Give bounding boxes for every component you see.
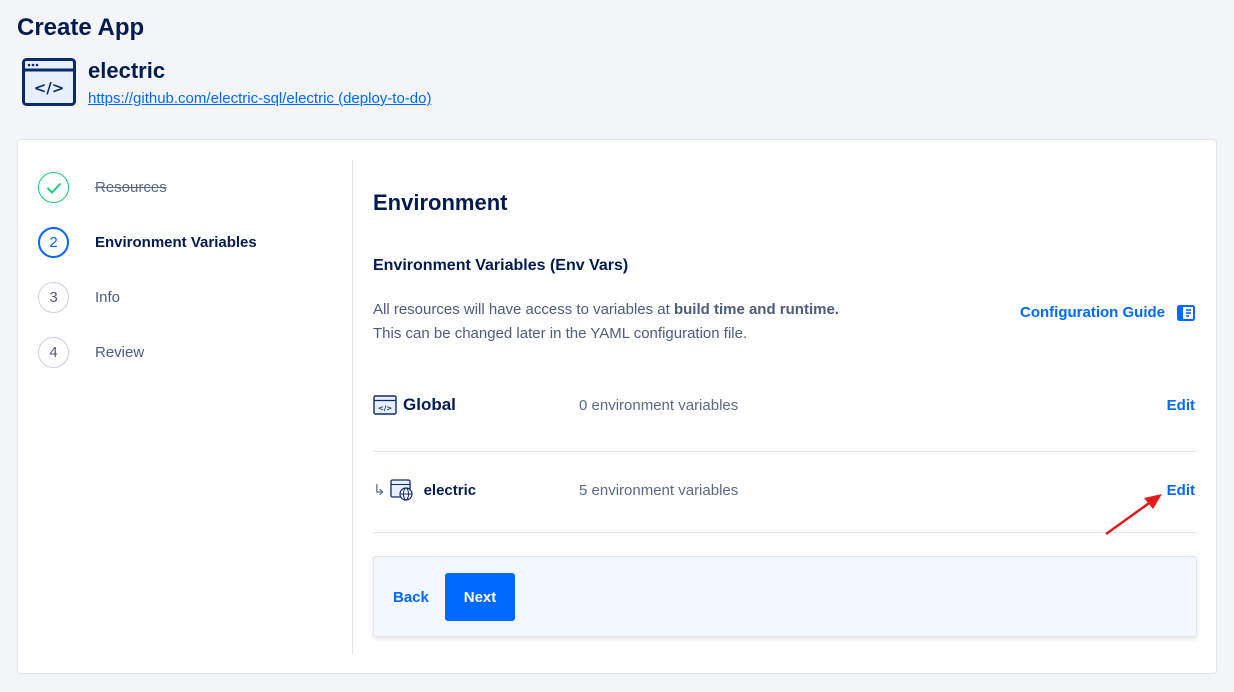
page-title: Create App: [17, 14, 145, 41]
row-divider: [373, 451, 1197, 452]
step-review[interactable]: 4 Review: [38, 325, 338, 380]
step-label: Info: [95, 289, 121, 306]
sub-arrow-icon: ↳: [373, 482, 386, 499]
edit-electric-button[interactable]: Edit: [1167, 482, 1195, 499]
description: All resources will have access to variab…: [373, 298, 839, 346]
step-label: Environment Variables: [95, 234, 257, 251]
check-icon: [38, 172, 69, 203]
step-resources[interactable]: Resources: [38, 160, 338, 215]
step-label: Review: [95, 344, 145, 361]
svg-text:</>: </>: [378, 405, 392, 413]
env-row-electric: ↳ electric 5 environment variables Edit: [373, 475, 1197, 505]
app-name: electric: [88, 58, 166, 83]
back-button[interactable]: Back: [393, 589, 429, 606]
step-environment-variables[interactable]: 2 Environment Variables: [38, 215, 338, 270]
step-label: Resources: [95, 179, 167, 196]
code-window-icon: </>: [373, 395, 397, 415]
env-row-global: </> Global 0 environment variables Edit: [373, 390, 1197, 420]
desc-line-2: This can be changed later in the YAML co…: [373, 325, 748, 342]
step-number: 2: [38, 227, 69, 258]
next-button[interactable]: Next: [445, 573, 515, 621]
env-name: Global: [403, 395, 456, 414]
wizard-footer: Back Next: [373, 556, 1197, 637]
code-window-icon: </>: [22, 58, 76, 106]
main-panel: Environment Environment Variables (Env V…: [373, 140, 1197, 673]
step-number: 4: [38, 337, 69, 368]
app-header: </> electric https://github.com/electric…: [22, 58, 431, 108]
vertical-divider: [352, 160, 353, 654]
desc-text: All resources will have access to variab…: [373, 301, 674, 318]
steps-list: Resources 2 Environment Variables 3 Info…: [38, 160, 338, 380]
section-title: Environment: [373, 190, 508, 215]
svg-text:</>: </>: [34, 79, 65, 97]
env-count: 5 environment variables: [579, 481, 739, 499]
book-icon: [1177, 304, 1195, 321]
configuration-guide-link[interactable]: Configuration Guide: [1020, 304, 1195, 321]
annotation-arrow-icon: [1105, 494, 1162, 536]
guide-label: Configuration Guide: [1020, 304, 1165, 321]
env-name: electric: [423, 481, 477, 499]
row-divider: [373, 532, 1197, 533]
env-count: 0 environment variables: [579, 396, 739, 414]
step-info[interactable]: 3 Info: [38, 270, 338, 325]
web-service-icon: [389, 479, 413, 501]
desc-bold: build time and runtime.: [673, 301, 839, 318]
edit-global-button[interactable]: Edit: [1167, 397, 1195, 414]
env-vars-subtitle: Environment Variables (Env Vars): [373, 257, 629, 274]
repo-link[interactable]: https://github.com/electric-sql/electric…: [88, 90, 431, 107]
step-number: 3: [38, 282, 69, 313]
wizard-card: Resources 2 Environment Variables 3 Info…: [17, 139, 1217, 674]
